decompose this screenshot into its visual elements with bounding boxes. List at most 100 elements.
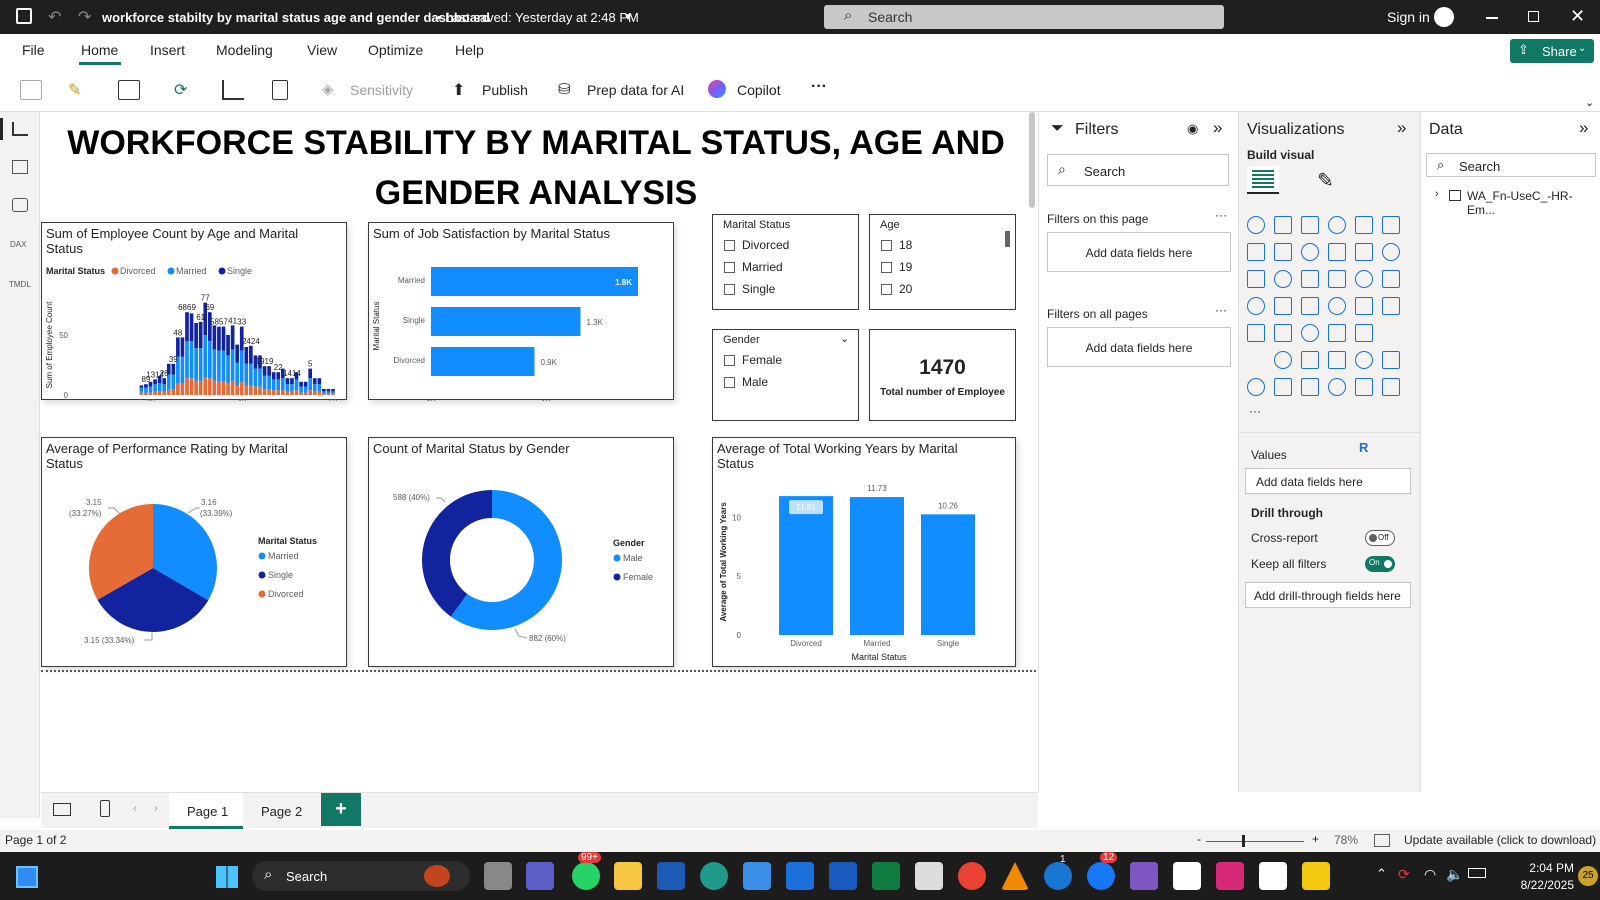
widgets-icon[interactable] bbox=[16, 866, 38, 888]
visual-type-icon[interactable] bbox=[1274, 297, 1292, 315]
job-satisfaction-chart[interactable]: Sum of Job Satisfaction by Marital Statu… bbox=[368, 222, 674, 401]
publish-icon[interactable]: ⬆ bbox=[452, 80, 474, 100]
visual-type-icon[interactable] bbox=[1328, 351, 1346, 369]
prep-data-icon[interactable]: ⛁ bbox=[558, 80, 580, 100]
all-pages-filter-dropzone[interactable]: Add data fields here bbox=[1047, 327, 1231, 367]
visual-studio-icon[interactable] bbox=[1130, 862, 1158, 890]
visual-type-icon[interactable] bbox=[1247, 324, 1265, 342]
checkbox-single[interactable] bbox=[724, 284, 735, 295]
undo-icon[interactable]: ↶ bbox=[48, 7, 61, 27]
refresh-icon[interactable]: ⟳ bbox=[174, 80, 196, 100]
sync-icon[interactable]: ⟳ bbox=[1398, 866, 1410, 883]
age-slicer[interactable]: Age 18 19 20 bbox=[869, 214, 1016, 310]
new-visual-icon[interactable] bbox=[222, 80, 244, 100]
checkbox-age-19[interactable] bbox=[881, 262, 892, 273]
slicer-item-label[interactable]: 20 bbox=[899, 282, 912, 296]
visual-type-icon[interactable] bbox=[1274, 378, 1292, 396]
checkbox-married[interactable] bbox=[724, 262, 735, 273]
visual-type-icon[interactable] bbox=[1274, 270, 1292, 288]
snipping-tool-icon[interactable] bbox=[915, 862, 943, 890]
checkbox-male[interactable] bbox=[724, 377, 735, 388]
slicer-item-label[interactable]: 18 bbox=[899, 238, 912, 252]
visual-type-icon[interactable] bbox=[1274, 324, 1292, 342]
facebook-icon[interactable] bbox=[1087, 862, 1115, 890]
visual-type-icon[interactable] bbox=[1247, 270, 1265, 288]
table-name[interactable]: WA_Fn-UseC_-HR-Em... bbox=[1467, 189, 1600, 217]
working-years-chart[interactable]: Average of Total Working Years by Marita… bbox=[712, 437, 1016, 667]
battery-icon[interactable] bbox=[1468, 868, 1486, 878]
visual-type-icon[interactable] bbox=[1355, 351, 1373, 369]
chevron-down-icon[interactable]: ⌄ bbox=[840, 332, 849, 345]
collapse-pane-icon[interactable]: » bbox=[1213, 118, 1222, 138]
visual-type-icon[interactable] bbox=[1247, 297, 1265, 315]
save-icon[interactable] bbox=[16, 8, 32, 24]
cross-report-toggle[interactable]: Off bbox=[1365, 530, 1395, 546]
visual-type-icon[interactable] bbox=[1355, 378, 1373, 396]
page-tab-1[interactable]: Page 1 bbox=[169, 793, 243, 829]
visual-type-icon[interactable] bbox=[1328, 378, 1346, 396]
instagram-icon[interactable] bbox=[1216, 862, 1244, 890]
capcut-icon[interactable] bbox=[1173, 862, 1201, 890]
collapse-ribbon-icon[interactable]: ⌄ bbox=[1585, 96, 1594, 109]
visual-type-icon[interactable] bbox=[1328, 297, 1346, 315]
app-icon[interactable] bbox=[657, 862, 685, 890]
page-tab-2[interactable]: Page 2 bbox=[243, 793, 317, 829]
menu-modeling[interactable]: Modeling bbox=[216, 42, 273, 58]
visual-type-icon[interactable] bbox=[1382, 297, 1400, 315]
visual-type-icon[interactable] bbox=[1301, 378, 1319, 396]
checkbox-age-20[interactable] bbox=[881, 284, 892, 295]
chrome-icon[interactable] bbox=[958, 862, 986, 890]
gender-slicer[interactable]: Gender ⌄ Female Male bbox=[712, 329, 859, 421]
visual-type-icon[interactable] bbox=[1355, 216, 1373, 234]
canvas-scrollbar[interactable] bbox=[1029, 112, 1035, 208]
taskbar-search[interactable]: ⌕ Search bbox=[252, 861, 470, 891]
clock-date[interactable]: 8/22/2025 bbox=[1504, 878, 1574, 892]
slicer-item-label[interactable]: 19 bbox=[899, 260, 912, 274]
menu-optimize[interactable]: Optimize bbox=[368, 42, 423, 58]
chevron-down-icon[interactable]: ▼ bbox=[623, 12, 633, 23]
marital-status-slicer[interactable]: Marital Status Divorced Married Single bbox=[712, 214, 859, 310]
more-options-icon[interactable]: ··· bbox=[1215, 208, 1227, 222]
close-icon[interactable]: ✕ bbox=[1570, 6, 1585, 27]
r-visual-icon[interactable]: R bbox=[1359, 440, 1368, 455]
visual-type-icon[interactable] bbox=[1328, 216, 1346, 234]
menu-view[interactable]: View bbox=[307, 42, 337, 58]
visual-type-icon[interactable] bbox=[1355, 243, 1373, 261]
add-page-button[interactable]: + bbox=[321, 793, 361, 826]
wifi-icon[interactable]: ◠ bbox=[1424, 866, 1436, 883]
zoom-in-button[interactable]: + bbox=[1312, 832, 1319, 846]
visual-type-icon[interactable] bbox=[1274, 351, 1292, 369]
visual-type-icon[interactable] bbox=[1301, 324, 1319, 342]
sign-in-button[interactable]: Sign in bbox=[1387, 9, 1430, 25]
zoom-slider[interactable] bbox=[1206, 841, 1304, 842]
excel-icon[interactable] bbox=[872, 862, 900, 890]
visual-type-icon[interactable] bbox=[1247, 216, 1265, 234]
filters-search[interactable]: ⌕ Search bbox=[1047, 154, 1229, 186]
visual-type-icon[interactable] bbox=[1355, 324, 1373, 342]
checkbox-divorced[interactable] bbox=[724, 240, 735, 251]
visual-type-icon[interactable] bbox=[1247, 378, 1265, 396]
visual-type-icon[interactable] bbox=[1382, 216, 1400, 234]
menu-home[interactable]: Home bbox=[81, 42, 118, 58]
visual-type-icon[interactable] bbox=[1328, 270, 1346, 288]
visual-type-icon[interactable] bbox=[1355, 297, 1373, 315]
visual-type-icon[interactable] bbox=[1301, 351, 1319, 369]
volume-icon[interactable]: 🔈 bbox=[1446, 866, 1463, 883]
menu-help[interactable]: Help bbox=[455, 42, 484, 58]
visual-type-icon[interactable] bbox=[1328, 324, 1346, 342]
table-view-icon[interactable] bbox=[12, 160, 28, 174]
edge-icon[interactable] bbox=[700, 862, 728, 890]
visual-type-icon[interactable] bbox=[1274, 243, 1292, 261]
share-button[interactable]: ⇪ Share ⌄ bbox=[1510, 39, 1594, 63]
minimize-icon[interactable] bbox=[1486, 17, 1498, 19]
total-employee-card[interactable]: 1470 Total number of Employee bbox=[869, 329, 1016, 421]
notification-badge[interactable]: 25 bbox=[1578, 866, 1598, 886]
visual-type-icon[interactable] bbox=[1355, 270, 1373, 288]
visual-type-icon[interactable] bbox=[1301, 216, 1319, 234]
tmdl-view-icon[interactable]: TMDL bbox=[9, 280, 31, 289]
calculator-icon[interactable] bbox=[272, 80, 288, 100]
more-options-icon[interactable]: ··· bbox=[1215, 303, 1227, 317]
visual-type-icon[interactable] bbox=[1274, 216, 1292, 234]
more-visuals-icon[interactable]: ··· bbox=[1249, 404, 1261, 418]
update-available-link[interactable]: Update available (click to download) bbox=[1404, 833, 1596, 847]
